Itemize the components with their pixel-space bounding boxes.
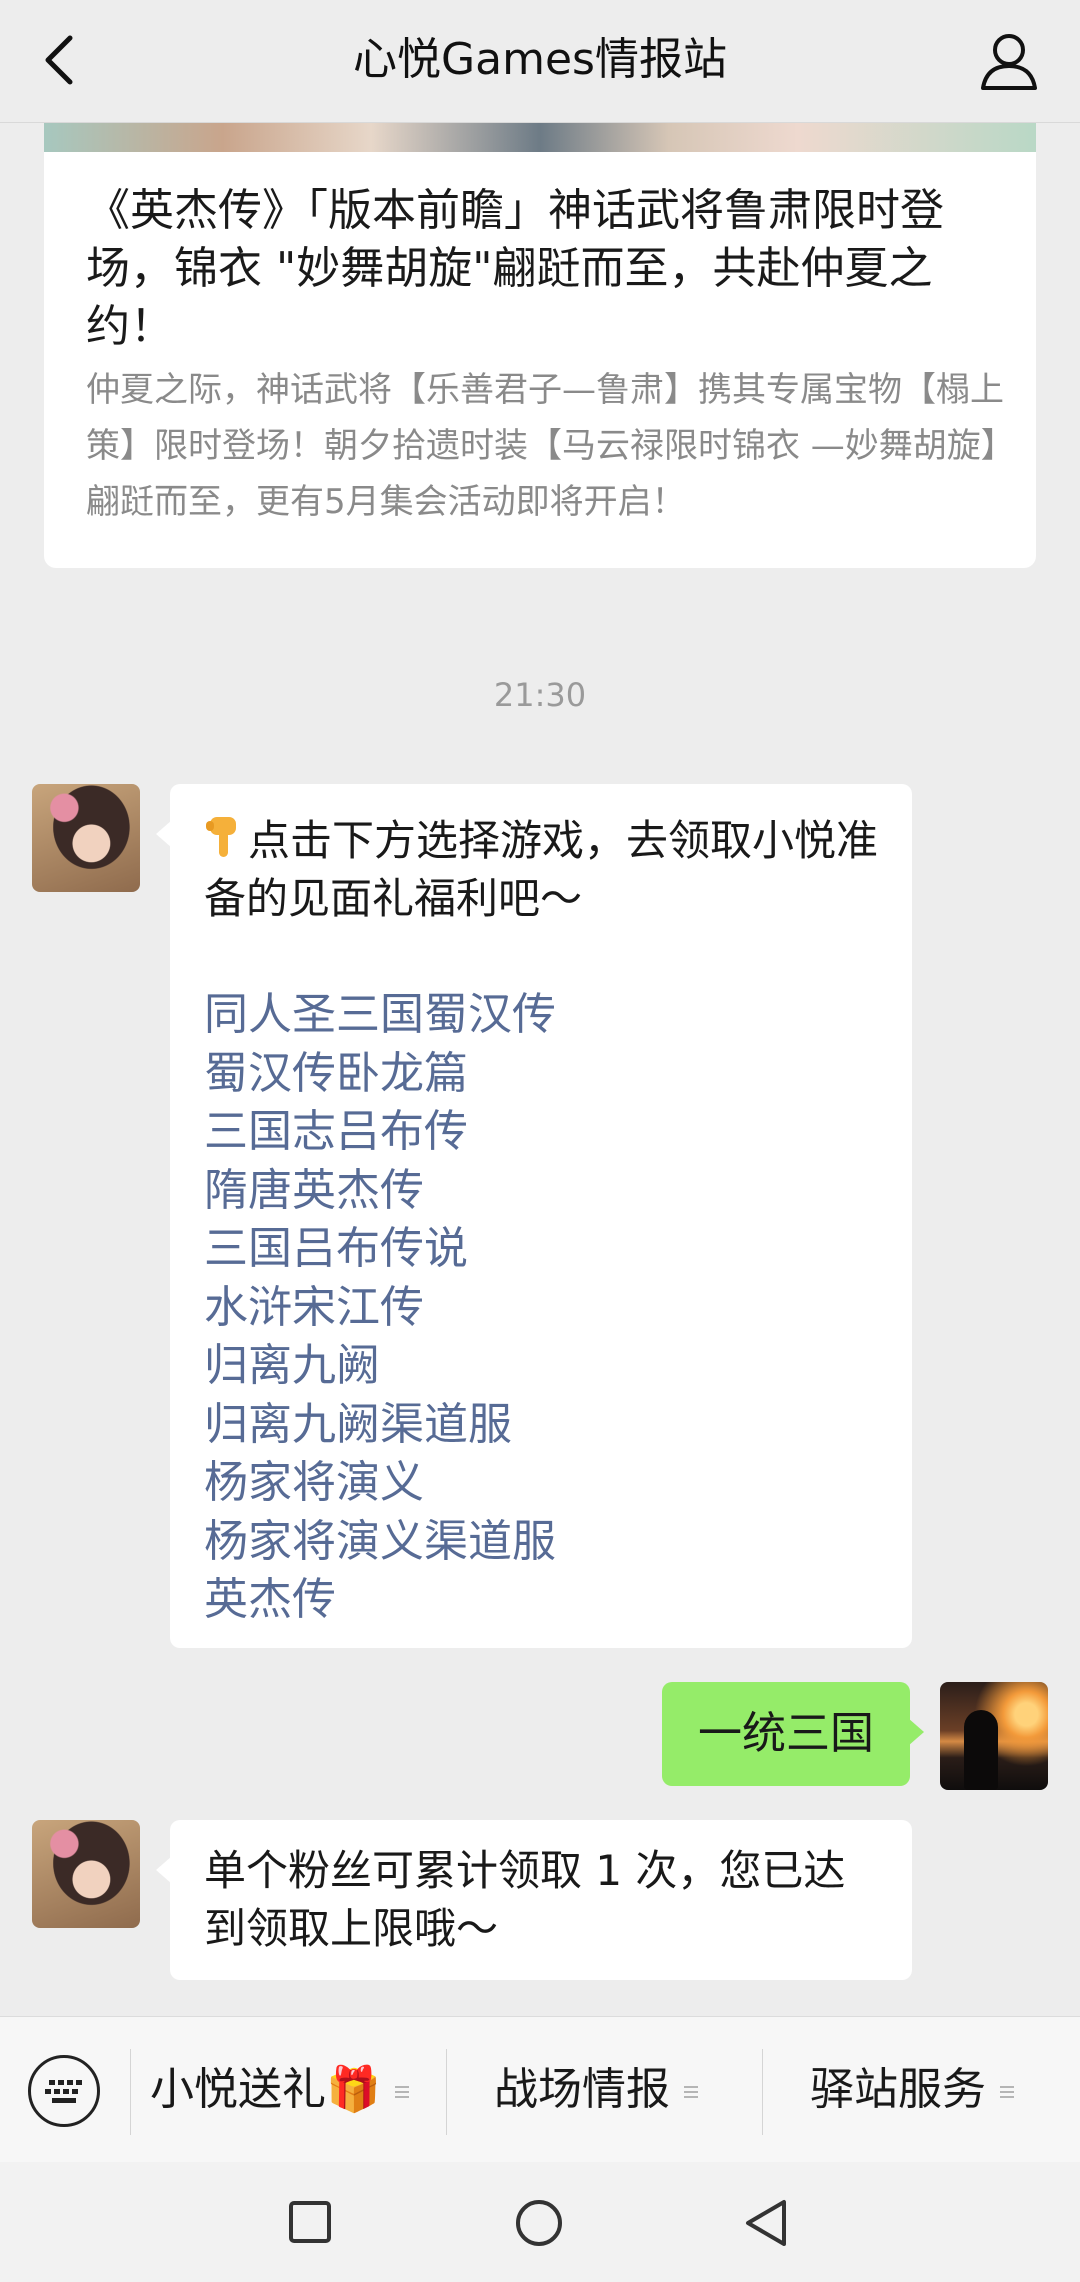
user-message-bubble: 一统三国	[662, 1682, 924, 1786]
user-message-text: 一统三国	[698, 1708, 874, 1759]
game-link[interactable]: 蜀汉传卧龙篇	[204, 1045, 878, 1104]
home-circle-icon[interactable]	[514, 2198, 564, 2248]
person-silhouette-icon	[964, 1710, 998, 1790]
article-title: 《英杰传》「版本前瞻」神话武将鲁肃限时登场，锦衣 "妙舞胡旋"翩跹而至，共赴仲夏…	[86, 185, 944, 352]
menu-divider	[762, 2049, 763, 2135]
game-link[interactable]: 归离九阙	[204, 1337, 878, 1396]
bot-message-bubble: 点击下方选择游戏，去领取小悦准备的见面礼福利吧～ 同人圣三国蜀汉传 蜀汉传卧龙篇…	[156, 784, 912, 1648]
chat-header: 心悦Games情报站	[0, 0, 1080, 123]
bot-intro-text: 点击下方选择游戏，去领取小悦准备的见面礼福利吧～	[204, 816, 879, 923]
user-avatar[interactable]	[940, 1682, 1048, 1790]
keyboard-toggle-button[interactable]	[28, 2055, 100, 2127]
menu-item-gifts[interactable]: 小悦送礼🎁	[150, 2059, 409, 2121]
message-timestamp: 21:30	[493, 676, 587, 714]
game-link[interactable]: 三国志吕布传	[204, 1103, 878, 1162]
bot-avatar[interactable]	[32, 784, 140, 892]
chat-title: 心悦Games情报站	[353, 34, 727, 85]
menu-item-label: 驿站服务	[810, 2064, 986, 2115]
article-banner-image	[44, 122, 1036, 152]
game-list: 同人圣三国蜀汉传 蜀汉传卧龙篇 三国志吕布传 隋唐英杰传 三国吕布传说 水浒宋江…	[204, 986, 878, 1630]
game-link[interactable]: 三国吕布传说	[204, 1220, 878, 1279]
back-triangle-icon[interactable]	[742, 2198, 790, 2248]
game-link[interactable]: 杨家将演义渠道服	[204, 1513, 878, 1572]
menu-item-label: 战场情报	[494, 2064, 670, 2115]
system-navigation-bar	[0, 2162, 1080, 2282]
article-description: 仲夏之际，神话武将【乐善君子—鲁肃】携其专属宝物【榻上策】限时登场！朝夕拾遗时装…	[86, 370, 1004, 522]
bottom-menu-bar: 小悦送礼🎁 战场情报 驿站服务	[0, 2016, 1080, 2163]
menu-divider	[446, 2049, 447, 2135]
pointing-down-hand-icon	[206, 817, 236, 857]
submenu-lines-icon	[1000, 2083, 1014, 2101]
menu-item-station-service[interactable]: 驿站服务	[810, 2059, 1014, 2121]
submenu-lines-icon	[684, 2083, 698, 2101]
keyboard-icon	[45, 2080, 82, 2103]
submenu-lines-icon	[394, 2083, 409, 2101]
game-link[interactable]: 英杰传	[204, 1571, 878, 1630]
game-link[interactable]: 杨家将演义	[204, 1454, 878, 1513]
game-link[interactable]: 隋唐英杰传	[204, 1162, 878, 1221]
bot-reply-text: 单个粉丝可累计领取 1 次，您已达到领取上限哦～	[204, 1846, 846, 1953]
menu-item-label: 小悦送礼🎁	[150, 2064, 381, 2115]
bot-reply-bubble: 单个粉丝可累计领取 1 次，您已达到领取上限哦～	[156, 1820, 912, 1980]
game-link[interactable]: 水浒宋江传	[204, 1279, 878, 1338]
menu-divider	[130, 2049, 131, 2135]
profile-icon[interactable]	[978, 30, 1040, 92]
recent-apps-square-icon[interactable]	[288, 2200, 332, 2244]
menu-item-battle-info[interactable]: 战场情报	[494, 2059, 698, 2121]
game-link[interactable]: 归离九阙渠道服	[204, 1396, 878, 1455]
bot-avatar[interactable]	[32, 1820, 140, 1928]
game-link[interactable]: 同人圣三国蜀汉传	[204, 986, 878, 1045]
article-card[interactable]: 《英杰传》「版本前瞻」神话武将鲁肃限时登场，锦衣 "妙舞胡旋"翩跹而至，共赴仲夏…	[44, 122, 1036, 568]
